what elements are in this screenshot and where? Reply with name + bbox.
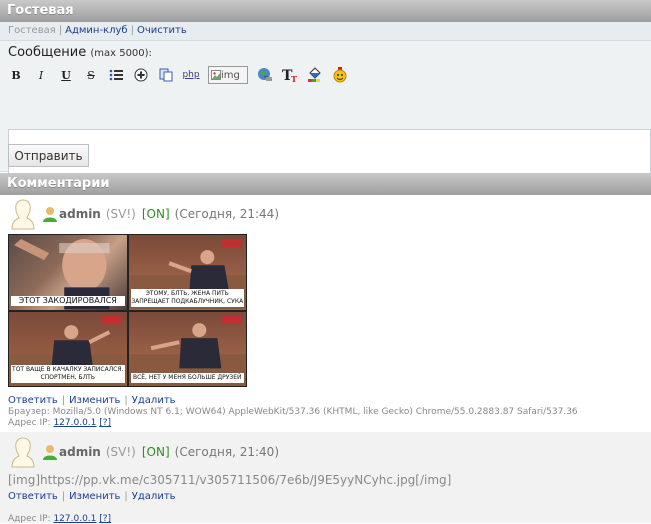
comment-header: admin (SV!) [ON] (Сегодня, 21:44) (10, 198, 279, 230)
copy-icon (159, 68, 172, 82)
plus-circle-icon (134, 68, 148, 82)
tab-clear[interactable]: Очистить (137, 25, 187, 36)
reply-link[interactable]: Ответить (8, 491, 58, 502)
link-button[interactable] (257, 67, 273, 83)
comment-image[interactable]: ЭТОТ ЗАКОДИРОВАЛСЯ ЭТОМУ, БЛТЬ, ЖЕНА ПИТ… (8, 234, 247, 387)
comment-text: [img]https://pp.vk.me/c305711/v305711506… (8, 473, 452, 487)
comment-header: admin (SV!) [ON] (Сегодня, 21:40) (10, 436, 279, 468)
bbcode-toolbar: B I U S php img T T (8, 65, 357, 85)
user-agent: Mozilla/5.0 (Windows NT 6.1; WOW64) Appl… (52, 407, 578, 417)
font-button[interactable]: T T (282, 67, 298, 83)
avatar (11, 437, 35, 468)
online-status: [ON] (141, 207, 170, 221)
edit-link[interactable]: Изменить (69, 491, 120, 502)
ip-link[interactable]: 127.0.0.1 (53, 418, 96, 428)
guestbook-header: Гостевая (0, 0, 651, 22)
delete-link[interactable]: Удалить (132, 491, 176, 502)
ip-help-link[interactable]: [?] (99, 418, 111, 428)
globe-icon (258, 68, 272, 81)
comment-date: (Сегодня, 21:40) (174, 445, 279, 459)
image-panel: ВСЁ, НЕТ У МЕНЯ БОЛЬШЕ ДРУЗЕЙ (128, 311, 246, 386)
image-caption: ТОТ ВАЩЕ В КАЧАЛКУ ЗАПИСАЛСЯ. СПОРТМЕН, … (11, 365, 125, 383)
comments-title: Комментарии (7, 176, 110, 191)
bold-button[interactable]: B (8, 67, 24, 83)
image-button[interactable]: img (208, 66, 248, 84)
message-form: Сообщение (max 5000): B I U S php img T … (0, 41, 651, 178)
php-button[interactable]: php (182, 67, 199, 83)
image-panel: ТОТ ВАЩЕ В КАЧАЛКУ ЗАПИСАЛСЯ. СПОРТМЕН, … (9, 311, 127, 386)
smiley-button[interactable] (332, 67, 348, 83)
strike-button[interactable]: S (83, 67, 99, 83)
broken-image-icon (211, 70, 221, 80)
image-panel: ЭТОМУ, БЛТЬ, ЖЕНА ПИТЬ ЗАПРЕЩАЕТ ПОДКАБЛ… (128, 235, 246, 310)
page-title: Гостевая (7, 3, 74, 18)
message-label: Сообщение (max 5000): (8, 45, 152, 60)
edit-link[interactable]: Изменить (69, 395, 120, 406)
list-icon (109, 69, 123, 81)
avatar (11, 199, 35, 230)
comment-group: (SV!) (105, 445, 136, 459)
comments-header: Комментарии (0, 173, 651, 195)
color-button[interactable] (307, 67, 323, 83)
smiley-icon (333, 67, 347, 83)
comment-item: admin (SV!) [ON] (Сегодня, 21:40) [img]h… (0, 432, 651, 524)
comment-actions: Ответить | Изменить | Удалить (8, 395, 176, 406)
tab-guestbook: Гостевая (8, 25, 56, 36)
image-caption: ВСЁ, НЕТ У МЕНЯ БОЛЬШЕ ДРУЗЕЙ (130, 373, 244, 383)
tab-admin-club[interactable]: Админ-клуб (65, 25, 127, 36)
list-button[interactable] (108, 67, 124, 83)
image-panel: ЭТОТ ЗАКОДИРОВАЛСЯ (9, 235, 127, 310)
comment-author[interactable]: admin (59, 207, 101, 221)
italic-button[interactable]: I (33, 67, 49, 83)
reply-link[interactable]: Ответить (8, 395, 58, 406)
image-caption: ЭТОТ ЗАКОДИРОВАЛСЯ (11, 295, 125, 306)
user-icon (43, 445, 57, 460)
comment-actions: Ответить | Изменить | Удалить (8, 491, 176, 502)
browser-info: Браузер: Mozilla/5.0 (Windows NT 6.1; WO… (8, 407, 578, 417)
guestbook-tabs: Гостевая | Админ-клуб | Очистить (0, 22, 651, 41)
underline-button[interactable]: U (58, 67, 74, 83)
paint-bucket-icon (308, 67, 321, 82)
message-input[interactable] (8, 129, 651, 178)
user-icon (43, 207, 57, 222)
comment-date: (Сегодня, 21:44) (174, 207, 279, 221)
comment-item: admin (SV!) [ON] (Сегодня, 21:44) ЭТОТ З… (0, 195, 651, 431)
comment-author[interactable]: admin (59, 445, 101, 459)
send-button[interactable]: Отправить (8, 144, 89, 167)
image-caption: ЭТОМУ, БЛТЬ, ЖЕНА ПИТЬ ЗАПРЕЩАЕТ ПОДКАБЛ… (130, 288, 244, 307)
max-length-hint: (max 5000): (90, 48, 152, 59)
online-status: [ON] (141, 445, 170, 459)
add-button[interactable] (133, 67, 149, 83)
comment-group: (SV!) (105, 207, 136, 221)
font-size-icon: T T (282, 68, 297, 83)
quote-button[interactable] (158, 67, 174, 83)
ip-info: Адрес IP: 127.0.0.1 [?] (8, 418, 112, 428)
svg-text:T: T (291, 74, 297, 83)
delete-link[interactable]: Удалить (132, 395, 176, 406)
